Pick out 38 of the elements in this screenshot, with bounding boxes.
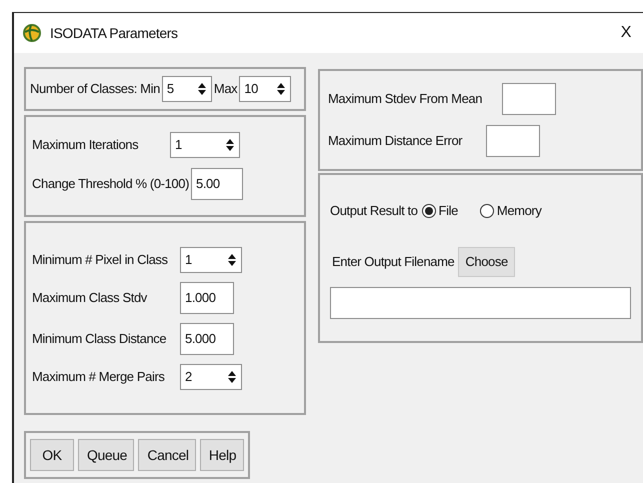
input-field[interactable]	[486, 125, 540, 157]
spinner-arrows-icon[interactable]	[196, 81, 207, 97]
input-field[interactable]: 5.000	[180, 322, 234, 354]
field-label: Max	[214, 80, 238, 98]
field-label: Maximum # Merge Pairs	[32, 368, 166, 386]
filename-field[interactable]	[330, 286, 631, 318]
spin-field[interactable]: 2	[180, 364, 242, 390]
window-title: ISODATA Parameters	[50, 24, 179, 42]
field-label: Maximum Distance Error	[328, 132, 464, 150]
dialog-button[interactable]: OK	[30, 439, 74, 471]
dialog-button[interactable]: Queue	[78, 439, 134, 471]
radio-option[interactable]: Memory	[480, 201, 542, 220]
spin-field[interactable]: 5	[162, 76, 212, 102]
input-field[interactable]	[502, 83, 556, 115]
filename-label: Enter Output Filename	[332, 252, 454, 271]
spinner-arrows-icon[interactable]	[225, 137, 235, 153]
field-label: Maximum Stdev From Mean	[328, 90, 484, 108]
field-label: Number of Classes: Min	[30, 80, 160, 98]
field-label: Minimum Class Distance	[32, 330, 168, 348]
field-label: Maximum Iterations	[32, 136, 140, 154]
dialog-button[interactable]: Help	[200, 439, 244, 471]
globe-icon	[22, 23, 42, 43]
field-label: Maximum Class Stdv	[32, 288, 148, 307]
close-button[interactable]: X	[616, 21, 635, 45]
input-field[interactable]: 1.000	[180, 282, 234, 314]
spinner-arrows-icon[interactable]	[227, 368, 237, 384]
field-label: Change Threshold % (0-100)	[32, 175, 190, 194]
input-field[interactable]: 5.00	[191, 168, 244, 200]
spin-field[interactable]: 10	[239, 76, 292, 102]
dialog-button[interactable]: Cancel	[138, 439, 196, 471]
spin-field[interactable]: 1	[170, 132, 240, 158]
output-label: Output Result to	[330, 202, 418, 220]
field-label: Minimum # Pixel in Class	[32, 250, 169, 269]
spin-field[interactable]: 1	[180, 246, 242, 272]
spinner-arrows-icon[interactable]	[276, 81, 286, 97]
spinner-arrows-icon[interactable]	[227, 252, 237, 268]
choose-button[interactable]: Choose	[458, 246, 515, 276]
radio-option[interactable]: File	[422, 201, 458, 220]
